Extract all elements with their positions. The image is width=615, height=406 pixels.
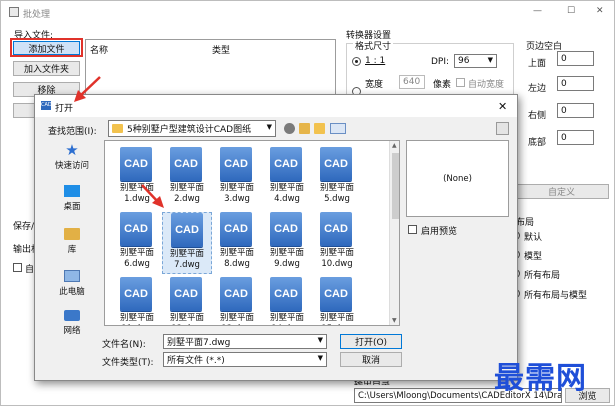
arrow-to-dialog — [79, 76, 101, 97]
annotation-arrows — [74, 76, 164, 208]
watermark: 最需网 — [494, 361, 587, 396]
